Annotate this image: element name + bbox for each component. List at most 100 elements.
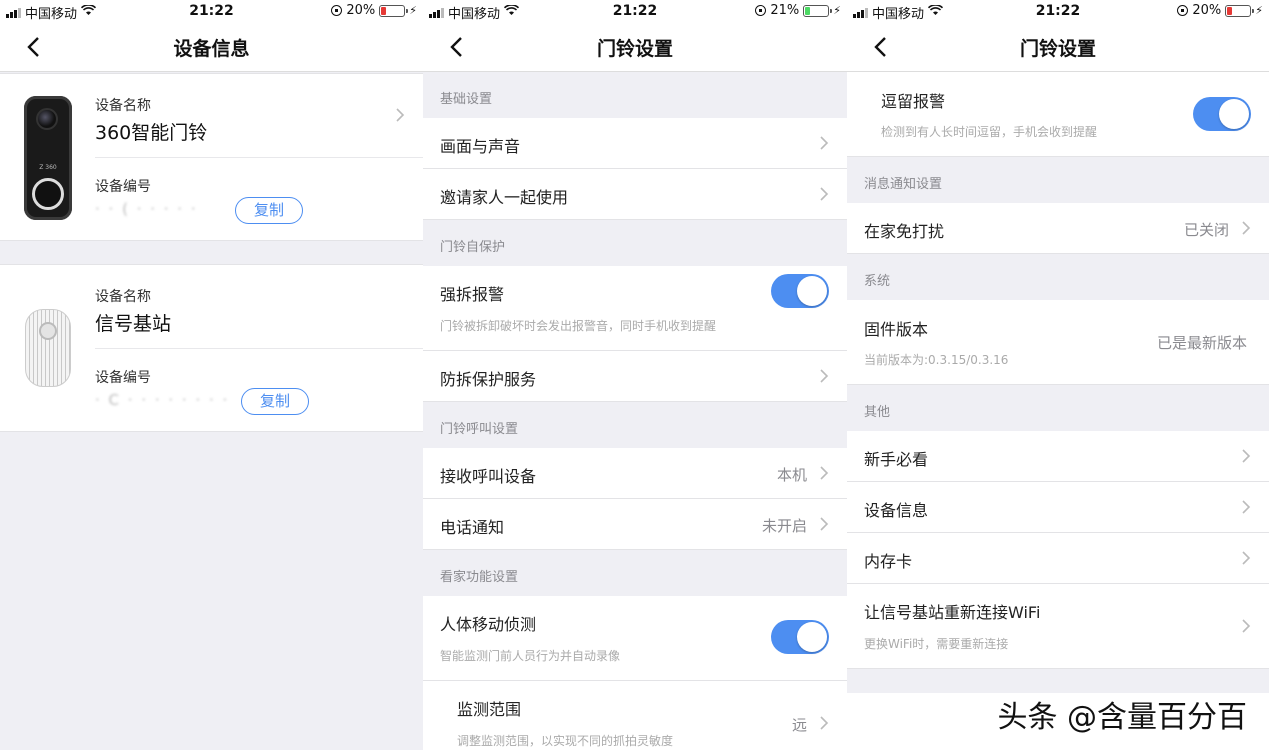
watermark-text: 头条 @含量百分百 — [997, 700, 1247, 735]
row-value: 本机 — [776, 466, 807, 484]
chevron-right-icon — [1241, 550, 1251, 566]
row-label: 强拆报警 — [440, 285, 505, 304]
section-header-protect: 门铃自保护 — [423, 220, 847, 266]
section-header-call: 门铃呼叫设置 — [423, 402, 847, 448]
device-name-label: 设备名称 — [95, 289, 151, 305]
page-title: 设备信息 — [173, 38, 250, 60]
row-value: 已关闭 — [1183, 221, 1229, 239]
chevron-right-icon — [1241, 220, 1251, 236]
row-label: 固件版本 — [864, 320, 929, 339]
chevron-right-icon — [819, 368, 829, 384]
row-label: 邀请家人一起使用 — [440, 188, 569, 207]
chevron-right-icon — [819, 186, 829, 202]
nav-bar: 设备信息 — [0, 22, 423, 72]
nav-bar: 门铃设置 — [847, 22, 1269, 72]
section-header-notify: 消息通知设置 — [847, 157, 1269, 203]
section-header-other: 其他 — [847, 385, 1269, 431]
charging-icon: ⚡ — [833, 4, 841, 17]
device-name-label: 设备名称 — [95, 98, 151, 114]
row-label: 新手必看 — [864, 450, 929, 469]
section-header-home: 看家功能设置 — [423, 550, 847, 596]
row-value: 已是最新版本 — [1156, 334, 1247, 352]
row-detect-range[interactable]: 监测范围 调整监测范围，以实现不同的抓拍灵敏度 远 — [423, 681, 847, 750]
device-serial-label: 设备编号 — [95, 179, 151, 195]
doorbell-settings-screen-scrolled: 中国移动 21:22 20% ⚡ 门铃设置 逗留报警 检测到有人长时间逗留，手机… — [847, 0, 1269, 750]
row-label: 人体移动侦测 — [440, 615, 537, 634]
battery-icon — [803, 4, 833, 17]
battery-icon — [1225, 4, 1255, 17]
row-device-info[interactable]: 设备信息 — [847, 482, 1269, 533]
chevron-right-icon — [1241, 618, 1251, 634]
device-serial: · · ( · · · · · — [95, 200, 198, 218]
row-receive-device[interactable]: 接收呼叫设备 本机 — [423, 448, 847, 499]
row-label: 接收呼叫设备 — [440, 467, 537, 486]
battery-percent: 20% — [1192, 3, 1222, 18]
copy-serial-button[interactable]: 复制 — [235, 197, 303, 224]
status-right: 20% ⚡ — [331, 3, 417, 18]
row-label: 电话通知 — [440, 518, 505, 537]
battery-icon — [379, 4, 409, 17]
chevron-right-icon — [819, 465, 829, 481]
row-firmware: 固件版本 当前版本为:0.3.15/0.3.16 已是最新版本 — [847, 300, 1269, 385]
linger-alarm-toggle[interactable] — [1193, 97, 1251, 131]
doorbell-image: Z 360 — [24, 96, 72, 220]
row-do-not-disturb[interactable]: 在家免打扰 已关闭 — [847, 203, 1269, 254]
copy-serial-button[interactable]: 复制 — [241, 388, 309, 415]
chevron-right-icon — [1241, 448, 1251, 464]
orientation-lock-icon — [331, 5, 343, 16]
row-label: 逗留报警 — [881, 92, 946, 111]
row-label: 设备信息 — [864, 501, 929, 520]
doorbell-device-card: Z 360 设备名称 360智能门铃 设备编号 · · ( · · · · · … — [0, 73, 423, 241]
device-serial-label: 设备编号 — [95, 370, 151, 386]
orientation-lock-icon — [755, 5, 767, 16]
base-station-device-card: 设备名称 信号基站 设备编号 · C · · · · · · · · 复制 — [0, 264, 423, 432]
row-invite-family[interactable]: 邀请家人一起使用 — [423, 169, 847, 220]
chevron-right-icon — [819, 715, 829, 731]
row-label: 在家免打扰 — [864, 222, 945, 241]
device-serial: · C · · · · · · · · — [95, 391, 230, 409]
row-label: 让信号基站重新连接WiFi — [864, 603, 1041, 622]
row-sublabel: 更换WiFi时，需要重新连接 — [864, 637, 1009, 651]
status-right: 20% ⚡ — [1177, 3, 1263, 18]
chevron-right-icon — [819, 135, 829, 151]
row-motion-detect: 人体移动侦测 智能监测门前人员行为并自动录像 — [423, 596, 847, 681]
battery-percent: 21% — [770, 3, 800, 18]
orientation-lock-icon — [1177, 5, 1189, 16]
row-beginner-guide[interactable]: 新手必看 — [847, 431, 1269, 482]
row-value: 未开启 — [761, 517, 807, 535]
row-sublabel: 调整监测范围，以实现不同的抓拍灵敏度 — [457, 734, 674, 748]
status-bar: 中国移动 21:22 21% ⚡ — [423, 0, 847, 22]
row-sublabel: 检测到有人长时间逗留，手机会收到提醒 — [881, 125, 1098, 139]
divider — [95, 157, 423, 158]
charging-icon: ⚡ — [409, 4, 417, 17]
bottom-spacer — [847, 669, 1269, 693]
chevron-right-icon — [1241, 499, 1251, 515]
charging-icon: ⚡ — [1255, 4, 1263, 17]
section-header-system: 系统 — [847, 254, 1269, 300]
row-sublabel: 门铃被拆卸破坏时会发出报警音，同时手机收到提醒 — [440, 319, 717, 333]
motion-detect-toggle[interactable] — [771, 620, 829, 654]
row-tamper-service[interactable]: 防拆保护服务 — [423, 351, 847, 402]
row-reconnect-wifi[interactable]: 让信号基站重新连接WiFi 更换WiFi时，需要重新连接 — [847, 584, 1269, 669]
status-right: 21% ⚡ — [755, 3, 841, 18]
status-bar: 中国移动 21:22 20% ⚡ — [847, 0, 1269, 22]
row-label: 内存卡 — [864, 552, 913, 571]
row-sublabel: 智能监测门前人员行为并自动录像 — [440, 649, 621, 663]
chevron-right-icon[interactable] — [395, 107, 405, 123]
row-phone-notify[interactable]: 电话通知 未开启 — [423, 499, 847, 550]
row-label: 监测范围 — [457, 700, 522, 719]
tamper-alarm-toggle[interactable] — [771, 274, 829, 308]
row-label: 防拆保护服务 — [440, 370, 537, 389]
row-memory-card[interactable]: 内存卡 — [847, 533, 1269, 584]
row-tamper-alarm: 强拆报警 门铃被拆卸破坏时会发出报警音，同时手机收到提醒 — [423, 266, 847, 351]
device-name: 信号基站 — [95, 313, 172, 335]
row-picture-sound[interactable]: 画面与声音 — [423, 118, 847, 169]
base-station-image — [25, 309, 71, 387]
device-info-screen: 中国移动 21:22 20% ⚡ 设备信息 Z 360 设备名称 360智能门铃… — [0, 0, 423, 750]
page-title: 门铃设置 — [596, 38, 673, 60]
divider — [95, 348, 423, 349]
device-name: 360智能门铃 — [95, 122, 208, 144]
row-value: 远 — [791, 716, 807, 734]
row-linger-alarm: 逗留报警 检测到有人长时间逗留，手机会收到提醒 — [847, 72, 1269, 157]
section-header-basic: 基础设置 — [423, 72, 847, 118]
